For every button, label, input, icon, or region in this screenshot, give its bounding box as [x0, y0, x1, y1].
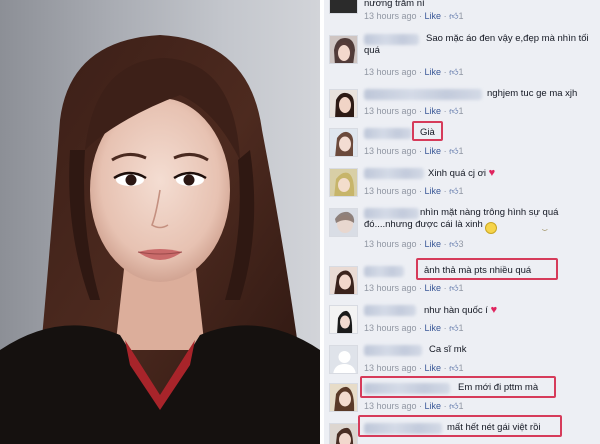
like-link[interactable]: Like	[425, 67, 442, 77]
like-link[interactable]: Like	[425, 363, 442, 373]
comment-text: Ca sĩ mk	[429, 344, 467, 355]
comment-time[interactable]: 13 hours ago	[364, 146, 417, 156]
comment-text: Em mới đi pttm mà	[458, 382, 539, 393]
like-count: 1	[458, 283, 464, 293]
comment-time[interactable]: 13 hours ago	[364, 401, 417, 411]
comment-item: nghjem tuc ge ma xjh 13 hours ago · Like…	[324, 84, 600, 122]
comment-text-row: như hàn quốc í ♥	[424, 304, 497, 317]
like-link[interactable]: Like	[425, 106, 442, 116]
like-link[interactable]: Like	[425, 239, 442, 249]
smile-emoticon-icon: ‿	[485, 222, 547, 234]
comment-meta: 13 hours ago · Like · 👍︎1	[364, 401, 464, 411]
heart-icon: ♥	[488, 167, 496, 179]
like-count: 3	[458, 239, 464, 249]
comment-text: như hàn quốc í	[424, 305, 488, 316]
comment-text: Già	[420, 127, 435, 138]
blurred-username	[364, 128, 412, 139]
default-avatar-icon[interactable]	[329, 345, 358, 374]
like-count: 1	[458, 186, 464, 196]
comment-list: nương trăm nì 13 hours ago · Like · 👍︎1 …	[324, 0, 600, 444]
comment-time[interactable]: 13 hours ago	[364, 186, 417, 196]
avatar[interactable]	[329, 168, 358, 197]
comment-item: như hàn quốc í ♥ 13 hours ago · Like · 👍…	[324, 300, 600, 338]
comment-time[interactable]: 13 hours ago	[364, 283, 417, 293]
comment-item: nhìn mặt nàng trông hình sự quá đó....nh…	[324, 203, 600, 255]
comment-text: nương trăm nì	[364, 0, 425, 9]
avatar[interactable]	[329, 128, 358, 157]
comment-item: ảnh thả mà pts nhiều quá 13 hours ago · …	[324, 261, 600, 299]
comment-time[interactable]: 13 hours ago	[364, 239, 417, 249]
comment-text: nhìn mặt nàng trông hình sự quá đó....nh…	[364, 207, 559, 230]
avatar[interactable]	[329, 383, 358, 412]
comment-text-row: Xinh quá cj ơi ♥	[428, 167, 495, 180]
comment-time[interactable]: 13 hours ago	[364, 11, 417, 21]
comment-time[interactable]: 13 hours ago	[364, 323, 417, 333]
comment-meta: 13 hours ago · Like · 👍︎1	[364, 11, 464, 21]
like-link[interactable]: Like	[425, 323, 442, 333]
comment-text: Xinh quá cj ơi	[428, 168, 486, 179]
blurred-username	[364, 383, 450, 394]
like-link[interactable]: Like	[425, 401, 442, 411]
comment-meta: 13 hours ago · Like · 👍︎1	[364, 67, 464, 77]
comment-time[interactable]: 13 hours ago	[364, 67, 417, 77]
avatar[interactable]	[329, 89, 358, 118]
comment-text: nghjem tuc ge ma xjh	[487, 88, 578, 99]
comment-item: Già 13 hours ago · Like · 👍︎1	[324, 123, 600, 161]
comment-time[interactable]: 13 hours ago	[364, 106, 417, 116]
like-link[interactable]: Like	[425, 11, 442, 21]
comment-meta: 13 hours ago · Like · 👍︎1	[364, 106, 464, 116]
blurred-username	[364, 89, 482, 100]
avatar[interactable]	[329, 35, 358, 64]
comment-meta: 13 hours ago · Like · 👍︎3	[364, 239, 464, 249]
heart-icon: ♥	[490, 304, 498, 316]
avatar[interactable]	[329, 305, 358, 334]
like-link[interactable]: Like	[425, 146, 442, 156]
comment-item: nương trăm nì 13 hours ago · Like · 👍︎1	[324, 0, 600, 21]
like-link[interactable]: Like	[425, 186, 442, 196]
like-count: 1	[458, 67, 464, 77]
comment-meta: 13 hours ago · Like · 👍︎1	[364, 363, 464, 373]
comment-time[interactable]: 13 hours ago	[364, 363, 417, 373]
comment-meta: 13 hours ago · Like · 👍︎1	[364, 283, 464, 293]
like-count: 1	[458, 11, 464, 21]
comment-item: Sao mặc áo đen vậy e,đẹp mà nhìn tối quá…	[324, 30, 600, 80]
comment-meta: 13 hours ago · Like · 👍︎1	[364, 186, 464, 196]
avatar[interactable]	[329, 208, 358, 237]
like-count: 1	[458, 401, 464, 411]
comment-item: mất hết nét gái việt rồi	[324, 418, 600, 444]
comment-text: mất hết nét gái việt rồi	[447, 422, 541, 433]
like-link[interactable]: Like	[425, 283, 442, 293]
comment-text: ảnh thả mà pts nhiều quá	[424, 265, 532, 276]
blurred-username	[364, 305, 416, 316]
avatar[interactable]	[329, 423, 358, 444]
comment-item: Ca sĩ mk 13 hours ago · Like · 👍︎1	[324, 340, 600, 378]
comment-meta: 13 hours ago · Like · 👍︎1	[364, 146, 464, 156]
comment-item: Xinh quá cj ơi ♥ 13 hours ago · Like · 👍…	[324, 163, 600, 201]
blurred-username	[364, 423, 442, 434]
like-count: 1	[458, 323, 464, 333]
comment-item: Em mới đi pttm mà 13 hours ago · Like · …	[324, 378, 600, 416]
avatar[interactable]	[329, 266, 358, 295]
blurred-username	[364, 266, 404, 277]
comment-meta: 13 hours ago · Like · 👍︎1	[364, 323, 464, 333]
comment-text-row: nhìn mặt nàng trông hình sự quá đó....nh…	[364, 207, 592, 234]
blurred-username	[364, 345, 422, 356]
comment-text: Sao mặc áo đen vậy e,đẹp mà nhìn tối quá	[364, 33, 589, 56]
like-count: 1	[458, 363, 464, 373]
like-count: 1	[458, 146, 464, 156]
avatar[interactable]	[329, 0, 358, 14]
portrait-photo	[0, 0, 320, 444]
blurred-username	[364, 168, 424, 179]
like-count: 1	[458, 106, 464, 116]
